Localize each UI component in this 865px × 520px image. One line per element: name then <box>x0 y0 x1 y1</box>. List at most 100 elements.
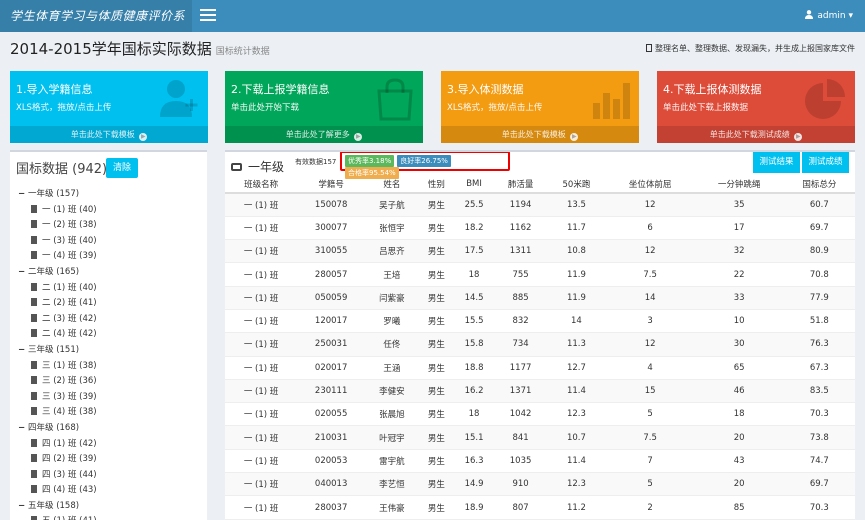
tree-grade-node[interactable]: − 二年级 (165) <box>16 265 201 281</box>
column-header[interactable]: 肺活量 <box>493 176 548 194</box>
box-footer-link[interactable]: 单击此处了解更多 ▶ <box>225 126 423 143</box>
table-row[interactable]: 一 (1) 班 020017 王涵 男生 18.8 1177 12.7 4 65 67.3 <box>225 356 855 380</box>
column-header[interactable]: 班级名称 <box>225 176 298 194</box>
page-subtitle: 国标统计数据 <box>215 47 270 57</box>
table-row[interactable]: 一 (1) 班 020055 张晨旭 男生 18 1042 12.3 5 18 70.3 <box>225 402 855 427</box>
download-student-info-box[interactable]: 2.下载上报学籍信息 单击此处开始下载 单击此处了解更多 ▶ <box>225 71 423 143</box>
tree-grade-node[interactable]: − 五年级 (158) <box>16 499 201 515</box>
table-cell: 210031 <box>297 425 366 450</box>
user-icon <box>805 10 814 19</box>
table-cell: 33 <box>694 286 784 310</box>
table-cell: 一 (1) 班 <box>225 356 298 380</box>
tree-class-node[interactable]: 一 (3) 班 (40) <box>16 234 201 250</box>
table-cell: 11.4 <box>547 379 606 404</box>
app-brand[interactable]: 学生体育学习与体质健康评价系统 <box>0 0 192 55</box>
arrow-circle-right-icon: ▶ <box>139 133 148 141</box>
table-row[interactable]: 一 (1) 班 120017 罗曦 男生 15.5 832 14 3 10 51.8 <box>225 309 855 334</box>
arrow-circle-right-icon: ▶ <box>570 133 579 141</box>
tree-class-node[interactable]: 四 (3) 班 (44) <box>16 468 201 484</box>
table-cell: 43 <box>694 449 784 474</box>
box-footer-link[interactable]: 单击此处下载测试成绩 ▶ <box>657 126 855 143</box>
table-row[interactable]: 一 (1) 班 280037 王伟豪 男生 18.9 807 11.2 2 85 70.3 <box>225 495 855 520</box>
column-header[interactable]: 国标总分 <box>783 176 855 194</box>
column-header[interactable]: 姓名 <box>365 176 419 194</box>
table-cell: 15.8 <box>454 332 494 357</box>
shopping-bag-icon <box>377 78 413 121</box>
table-cell: 12 <box>605 193 695 217</box>
table-row[interactable]: 一 (1) 班 040013 李艺恒 男生 14.9 910 12.3 5 20 69.7 <box>225 472 855 497</box>
import-test-data-box[interactable]: 3.导入体测数据 XLS格式，拖放/点击上传 单击此处下载模板 ▶ <box>441 71 639 143</box>
box-footer-link[interactable]: 单击此处下载模板 ▶ <box>441 126 639 143</box>
student-data-table: 班级名称 学籍号 姓名 性别 BMI 肺活量 50米跑 坐位体前屈 一分钟跳绳 国标总分 一 (1… <box>225 176 855 520</box>
tree-class-node[interactable]: 三 (1) 班 (38) <box>16 359 201 375</box>
table-row[interactable]: 一 (1) 班 250031 任佟 男生 15.8 734 11.3 12 30 76.3 <box>225 332 855 357</box>
box-title: 2.下载上报学籍信息 <box>231 83 330 96</box>
user-menu[interactable]: admin ▾ <box>805 0 853 32</box>
table-cell: 85 <box>694 495 784 520</box>
clear-button[interactable]: 清除 <box>106 158 138 178</box>
table-cell: 男生 <box>418 239 455 264</box>
test-scores-button[interactable]: 测试成绩 <box>802 152 849 173</box>
tree-class-node[interactable]: 四 (4) 班 (43) <box>16 483 201 499</box>
table-cell: 男生 <box>418 332 455 357</box>
table-cell: 一 (1) 班 <box>225 379 298 404</box>
column-header[interactable]: 学籍号 <box>297 176 366 194</box>
column-header[interactable]: 性别 <box>418 176 455 194</box>
table-cell: 300077 <box>297 216 366 241</box>
table-cell: 1311 <box>493 239 548 264</box>
table-cell: 男生 <box>418 472 455 497</box>
download-test-data-box[interactable]: 4.下载上报体测数据 单击此处下载上报数据 单击此处下载测试成绩 ▶ <box>657 71 855 143</box>
tree-class-node[interactable]: 一 (2) 班 (38) <box>16 218 201 234</box>
table-row[interactable]: 一 (1) 班 210031 叶冠宇 男生 15.1 841 10.7 7.5 20 73.8 <box>225 425 855 450</box>
table-cell: 841 <box>493 425 548 450</box>
column-header[interactable]: 坐位体前屈 <box>605 176 695 194</box>
tree-class-node[interactable]: 三 (4) 班 (38) <box>16 405 201 421</box>
table-row[interactable]: 一 (1) 班 300077 张恒宇 男生 18.2 1162 11.7 6 17 69.7 <box>225 216 855 241</box>
tree-grade-node[interactable]: − 三年级 (151) <box>16 343 201 359</box>
tree-class-node[interactable]: 一 (4) 班 (39) <box>16 249 201 265</box>
box-footer-link[interactable]: 单击此处下载模板 ▶ <box>10 126 208 143</box>
table-cell: 男生 <box>418 449 455 474</box>
file-icon <box>31 313 37 322</box>
column-header[interactable]: BMI <box>454 176 494 194</box>
table-cell: 一 (1) 班 <box>225 402 298 427</box>
tree-grade-node[interactable]: − 四年级 (168) <box>16 421 201 437</box>
tree-class-node[interactable]: 四 (2) 班 (39) <box>16 452 201 468</box>
tree-class-node[interactable]: 二 (4) 班 (42) <box>16 327 201 343</box>
table-cell: 10.8 <box>547 239 606 264</box>
table-row[interactable]: 一 (1) 班 050059 闫紫豪 男生 14.5 885 11.9 14 33 77.9 <box>225 286 855 310</box>
table-cell: 吕思齐 <box>365 239 419 264</box>
tree-class-node[interactable]: 三 (3) 班 (39) <box>16 390 201 406</box>
arrow-circle-right-icon: ▶ <box>354 133 363 141</box>
table-row[interactable]: 一 (1) 班 020053 雷宇航 男生 16.3 1035 11.4 7 43 74.7 <box>225 449 855 474</box>
table-cell: 11.9 <box>547 262 606 287</box>
tree-class-node[interactable]: 二 (1) 班 (40) <box>16 281 201 297</box>
tree-class-node[interactable]: 二 (2) 班 (41) <box>16 296 201 312</box>
tree-class-node[interactable]: 三 (2) 班 (36) <box>16 374 201 390</box>
table-cell: 男生 <box>418 262 455 287</box>
tree-header: 国标数据 (942) <box>16 162 108 177</box>
grade-tree-panel: 国标数据 (942) 清除 − 一年级 (157) 一 (1) 班 (40) 一 (2… <box>10 150 207 520</box>
tree-class-node[interactable]: 二 (3) 班 (42) <box>16 312 201 328</box>
table-cell: 70.3 <box>783 402 855 427</box>
test-results-button[interactable]: 测试结果 <box>753 152 800 173</box>
table-row[interactable]: 一 (1) 班 310055 吕思齐 男生 17.5 1311 10.8 12 32 80.9 <box>225 239 855 264</box>
table-row[interactable]: 一 (1) 班 230111 李健安 男生 16.2 1371 11.4 15 46 83.5 <box>225 379 855 404</box>
import-student-info-box[interactable]: 1.导入学籍信息 XLS格式，拖放/点击上传 单击此处下载模板 ▶ <box>10 71 208 143</box>
table-cell: 30 <box>694 332 784 357</box>
collapse-icon: − <box>18 344 26 355</box>
table-cell: 男生 <box>418 286 455 310</box>
table-row[interactable]: 一 (1) 班 150078 吴子航 男生 25.5 1194 13.5 12 35 60.7 <box>225 193 855 217</box>
sidebar-toggle-icon[interactable] <box>200 9 216 23</box>
tree-class-node[interactable]: 一 (1) 班 (40) <box>16 203 201 219</box>
column-header[interactable]: 一分钟跳绳 <box>694 176 784 194</box>
tree-grade-node[interactable]: − 一年级 (157) <box>16 187 201 203</box>
tree-class-node[interactable]: 四 (1) 班 (42) <box>16 437 201 453</box>
tree-class-node[interactable]: 五 (1) 班 (41) <box>16 514 201 520</box>
table-cell: 1194 <box>493 193 548 217</box>
table-cell: 1371 <box>493 379 548 404</box>
grade-data-panel: 一年级 有效数据157 优秀率3.18% 良好率26.75%合格率95.54% 测… <box>225 150 855 520</box>
file-icon <box>31 204 37 213</box>
column-header[interactable]: 50米跑 <box>547 176 606 194</box>
table-row[interactable]: 一 (1) 班 280057 王培 男生 18 755 11.9 7.5 22 70.8 <box>225 262 855 287</box>
